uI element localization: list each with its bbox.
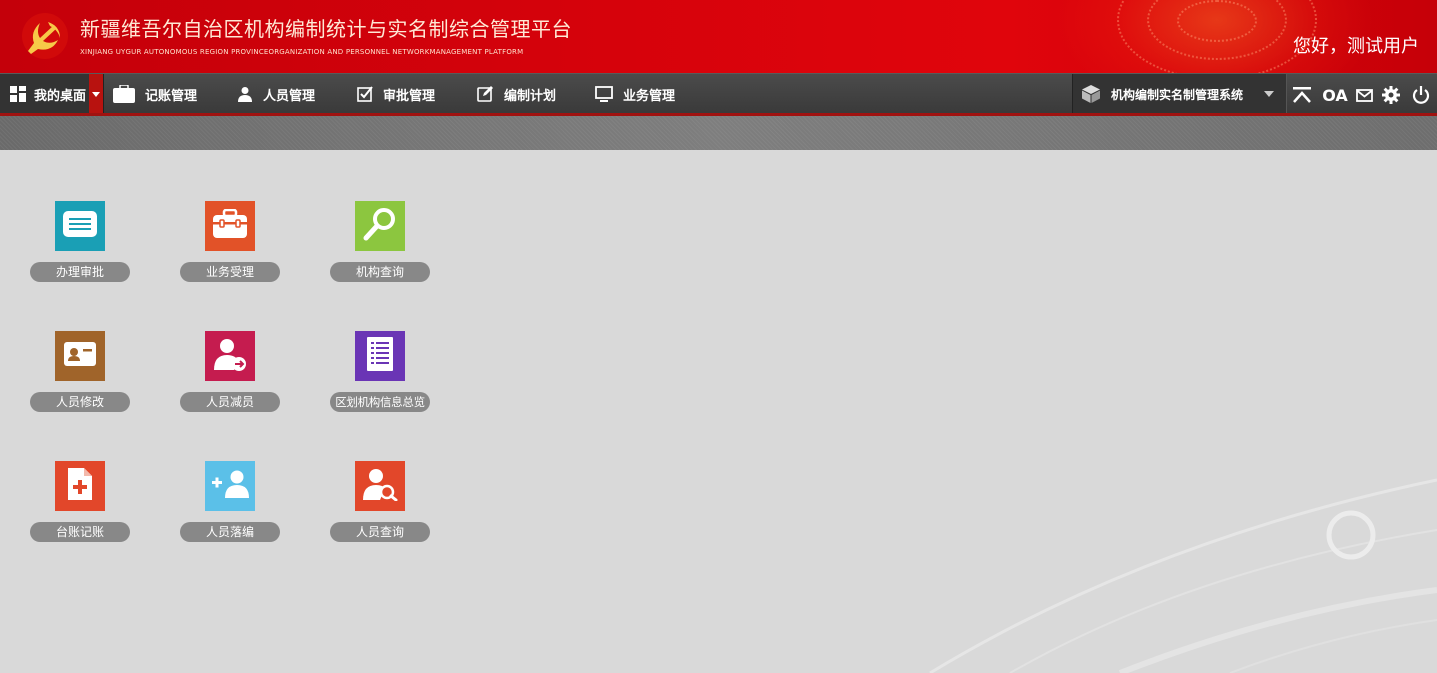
tile-region-overview[interactable]: 区划机构信息总览 <box>330 331 430 413</box>
nav-item-approval-label: 审批管理 <box>383 88 436 104</box>
tile-personnel-edit[interactable]: 人员修改 <box>30 331 130 413</box>
header-decor-ring <box>1177 0 1257 42</box>
collapse-top-icon[interactable] <box>1291 84 1313 106</box>
header-banner: 新疆维吾尔自治区机构编制统计与实名制综合管理平台 XINJIANG UYGUR … <box>0 0 1437 73</box>
nav-item-desktop[interactable]: 我的桌面 <box>0 74 104 114</box>
party-emblem-logo <box>22 13 68 59</box>
tile-label: 区划机构信息总览 <box>330 392 430 412</box>
nav-item-personnel[interactable]: 人员管理 <box>237 74 315 114</box>
gear-icon[interactable] <box>1380 84 1402 106</box>
tile-business-acceptance[interactable]: 业务受理 <box>180 201 280 283</box>
document-list-icon <box>366 336 394 376</box>
tile-label: 人员修改 <box>30 392 130 412</box>
tile-square <box>355 461 405 511</box>
tile-label: 人员减员 <box>180 392 280 412</box>
tile-square <box>205 331 255 381</box>
tile-square <box>205 461 255 511</box>
mail-icon[interactable] <box>1353 84 1375 106</box>
tile-label: 机构查询 <box>330 262 430 282</box>
tile-square <box>55 461 105 511</box>
desktop-area: 办理审批 业务受理 机构查询 人员修改 人员减员 区划机构信息总览 台账记账 人… <box>0 150 1437 673</box>
nav-item-business[interactable]: 业务管理 <box>595 74 675 114</box>
chevron-down-icon[interactable] <box>89 74 103 114</box>
tile-personnel-reduction[interactable]: 人员减员 <box>180 331 280 413</box>
tile-label: 人员落编 <box>180 522 280 542</box>
tile-square <box>355 331 405 381</box>
toolbox-icon <box>212 208 248 243</box>
tile-label: 业务受理 <box>180 262 280 282</box>
checkbox-icon <box>357 86 373 102</box>
id-card-icon <box>63 341 97 371</box>
tile-label: 办理审批 <box>30 262 130 282</box>
nav-item-accounting[interactable]: 记账管理 <box>113 74 197 114</box>
power-icon[interactable] <box>1410 84 1432 106</box>
tile-square <box>55 201 105 251</box>
chevron-down-icon <box>1264 91 1274 97</box>
main-nav-bar: 我的桌面 记账管理 人员管理 审批管理 编制计划 业务管理 机构编制实名制管理系… <box>0 73 1437 114</box>
message-icon <box>62 210 98 242</box>
briefcase-icon <box>113 85 135 103</box>
nav-item-approval[interactable]: 审批管理 <box>357 74 435 114</box>
user-icon <box>237 86 253 102</box>
file-add-icon <box>67 467 93 505</box>
nav-item-business-label: 业务管理 <box>623 88 676 104</box>
platform-subtitle: XINJIANG UYGUR AUTONOMOUS REGION PROVINC… <box>80 48 524 56</box>
tile-organization-query[interactable]: 机构查询 <box>330 201 430 283</box>
search-icon <box>362 206 398 246</box>
cube-icon <box>1081 84 1101 104</box>
nav-item-staffing-plan-label: 编制计划 <box>504 88 557 104</box>
tile-label: 人员查询 <box>330 522 430 542</box>
tile-square <box>355 201 405 251</box>
tile-handle-approval[interactable]: 办理审批 <box>30 201 130 283</box>
dashboard-icon <box>10 86 26 102</box>
nav-item-personnel-label: 人员管理 <box>263 88 316 104</box>
nav-underline-band <box>0 113 1437 150</box>
system-selector[interactable]: 机构编制实名制管理系统 <box>1072 74 1287 114</box>
tile-label: 台账记账 <box>30 522 130 542</box>
edit-icon <box>477 86 494 102</box>
platform-title: 新疆维吾尔自治区机构编制统计与实名制综合管理平台 <box>80 17 572 41</box>
nav-item-staffing-plan[interactable]: 编制计划 <box>477 74 556 114</box>
user-search-icon <box>362 467 398 505</box>
tile-personnel-placement[interactable]: 人员落编 <box>180 461 280 543</box>
tile-personnel-query[interactable]: 人员查询 <box>330 461 430 543</box>
user-add-icon <box>210 469 250 503</box>
oa-icon[interactable]: OA <box>1322 84 1348 106</box>
tile-square <box>55 331 105 381</box>
user-greeting[interactable]: 您好，测试用户 <box>1293 32 1419 58</box>
monitor-icon <box>595 86 613 102</box>
tile-square <box>205 201 255 251</box>
nav-item-desktop-label: 我的桌面 <box>34 88 87 104</box>
tile-ledger-bookkeeping[interactable]: 台账记账 <box>30 461 130 543</box>
nav-item-accounting-label: 记账管理 <box>145 88 198 104</box>
user-remove-icon <box>212 336 248 376</box>
system-selector-label: 机构编制实名制管理系统 <box>1111 87 1244 102</box>
